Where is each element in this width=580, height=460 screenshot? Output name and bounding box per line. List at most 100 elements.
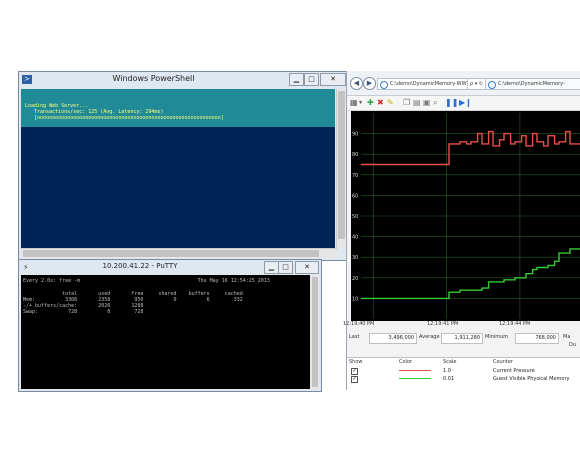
view-icon[interactable]: ▦ bbox=[350, 98, 358, 108]
zoom-icon[interactable]: ⌕ bbox=[433, 98, 437, 108]
data-point bbox=[503, 133, 505, 134]
address-text: C:\demo\DynamicMemory-WWW bbox=[390, 81, 472, 87]
legend-header: Counter bbox=[493, 359, 513, 365]
next-icon[interactable]: ▶❙ bbox=[459, 98, 472, 108]
data-point bbox=[503, 279, 505, 281]
maximize-button[interactable]: □ bbox=[304, 73, 319, 86]
counter-name: Guest Visible Physical Memory bbox=[493, 376, 570, 382]
data-point bbox=[371, 164, 373, 165]
copy-icon[interactable]: ❐ bbox=[403, 98, 410, 108]
data-point bbox=[444, 298, 445, 299]
data-point bbox=[547, 265, 549, 266]
performance-line-chart[interactable]: 10 20 30 40 50 60 70 80 90 bbox=[351, 111, 580, 321]
data-point bbox=[404, 298, 406, 299]
legend-header: Scale bbox=[443, 359, 457, 365]
data-point bbox=[444, 164, 445, 165]
counter-legend-table: Show Color Scale Counter ✓ 1.0 Current P… bbox=[347, 357, 580, 391]
address-controls[interactable]: ρ ▾ ↻ bbox=[467, 78, 487, 90]
putty-titlebar[interactable]: ⚡ 10.200.41.22 - PuTTY ▁ □ ✕ bbox=[19, 260, 321, 274]
data-point bbox=[492, 145, 494, 147]
minimize-button[interactable]: ▁ bbox=[289, 73, 304, 86]
data-point bbox=[477, 133, 478, 134]
data-point bbox=[360, 164, 362, 165]
y-tick-label: 20 bbox=[352, 276, 358, 282]
x-tick-label: 12:19:41 PM bbox=[427, 321, 459, 327]
data-point bbox=[532, 269, 533, 270]
putty-window: ⚡ 10.200.41.22 - PuTTY ▁ □ ✕ Every 2.0s:… bbox=[18, 259, 322, 392]
show-checkbox[interactable]: ✓ bbox=[351, 376, 358, 383]
data-point bbox=[514, 141, 516, 143]
data-point bbox=[525, 273, 527, 275]
y-tick-label: 50 bbox=[352, 214, 358, 220]
data-point bbox=[393, 298, 395, 299]
data-point bbox=[558, 141, 560, 143]
address-bar[interactable]: C:\demo\DynamicMemory-WWW bbox=[377, 78, 479, 90]
vertical-scrollbar[interactable] bbox=[311, 275, 319, 389]
y-tick-label: 70 bbox=[352, 173, 358, 179]
pause-icon[interactable]: ❚❚ bbox=[445, 98, 458, 108]
powershell-titlebar[interactable]: > Windows PowerShell ▁ □ ✕ bbox=[19, 72, 348, 88]
legend-row[interactable]: ✓ 1.0 Current Pressure bbox=[347, 367, 580, 375]
add-icon[interactable]: ✚ bbox=[367, 98, 374, 108]
close-button[interactable]: ✕ bbox=[320, 73, 346, 86]
minimum-label: Minimum bbox=[485, 334, 509, 340]
data-point bbox=[488, 281, 489, 283]
properties-icon[interactable]: ▣ bbox=[423, 98, 431, 108]
counter-name: Current Pressure bbox=[493, 368, 535, 374]
data-point bbox=[459, 289, 461, 291]
show-checkbox[interactable]: ✓ bbox=[351, 368, 358, 375]
data-point bbox=[371, 298, 373, 299]
vertical-scrollbar[interactable] bbox=[336, 89, 346, 248]
scroll-thumb[interactable] bbox=[312, 277, 318, 387]
browser-tab-bar: ◀ ▶ C:\demo\DynamicMemory-WWW ρ ▾ ↻ C:\d… bbox=[347, 71, 580, 96]
y-tick-label: 60 bbox=[352, 193, 358, 199]
progress-bar: [ooooooooooooooooooooooooooooooooooooooo… bbox=[25, 115, 224, 121]
y-tick-label: 30 bbox=[352, 255, 358, 261]
color-swatch bbox=[399, 378, 431, 379]
data-point bbox=[470, 141, 472, 143]
data-point bbox=[488, 131, 489, 132]
data-point bbox=[382, 164, 384, 165]
scroll-thumb[interactable] bbox=[338, 91, 345, 239]
terminal-line: Swap: 728 0 728 bbox=[23, 309, 144, 315]
putty-terminal[interactable]: Every 2.0s: free -m Thu May 16 12:54:25 … bbox=[21, 275, 310, 389]
data-point bbox=[404, 164, 406, 165]
horizontal-scrollbar[interactable] bbox=[21, 248, 337, 258]
maximize-button[interactable]: □ bbox=[278, 261, 293, 274]
data-point bbox=[510, 143, 511, 145]
data-point bbox=[426, 164, 428, 165]
scale-value: 1.0 bbox=[443, 368, 451, 374]
tab-dynamic-memory[interactable]: C:\demo\DynamicMemory- bbox=[485, 78, 580, 90]
forward-button[interactable]: ▶ bbox=[363, 77, 376, 90]
delete-icon[interactable]: ✖ bbox=[377, 98, 384, 108]
data-point bbox=[554, 260, 555, 262]
highlight-icon[interactable]: ✎ bbox=[387, 98, 394, 108]
data-point bbox=[415, 298, 417, 299]
paste-icon[interactable]: ▤ bbox=[413, 98, 421, 108]
progress-panel: Loading Web Server... Transactions/sec: … bbox=[21, 89, 335, 127]
data-point bbox=[514, 277, 516, 279]
data-point bbox=[470, 289, 472, 291]
last-label: Last bbox=[349, 334, 360, 340]
duration-label: Du bbox=[569, 342, 577, 348]
putty-title: 10.200.41.22 - PuTTY bbox=[102, 262, 178, 270]
scroll-thumb[interactable] bbox=[23, 250, 319, 257]
data-point bbox=[382, 298, 384, 299]
data-point bbox=[525, 145, 527, 147]
perfmon-window: ◀ ▶ C:\demo\DynamicMemory-WWW ρ ▾ ↻ C:\d… bbox=[343, 71, 580, 391]
data-point bbox=[536, 141, 538, 143]
dropdown-icon[interactable]: ▾ bbox=[359, 98, 362, 108]
data-point bbox=[437, 164, 439, 165]
minimize-button[interactable]: ▁ bbox=[264, 261, 279, 274]
back-button[interactable]: ◀ bbox=[350, 77, 363, 90]
data-point bbox=[558, 252, 560, 254]
powershell-console[interactable]: Loading Web Server... Transactions/sec: … bbox=[21, 89, 335, 248]
data-point bbox=[547, 135, 549, 137]
powershell-window: > Windows PowerShell ▁ □ ✕ Loading Web S… bbox=[18, 71, 349, 261]
maximum-label: Ma bbox=[563, 334, 571, 340]
y-tick-label: 10 bbox=[352, 296, 358, 302]
data-point bbox=[360, 298, 362, 299]
close-button[interactable]: ✕ bbox=[295, 261, 319, 274]
legend-row[interactable]: ✓ 0.01 Guest Visible Physical Memory bbox=[347, 375, 580, 383]
powershell-title: Windows PowerShell bbox=[112, 74, 195, 83]
